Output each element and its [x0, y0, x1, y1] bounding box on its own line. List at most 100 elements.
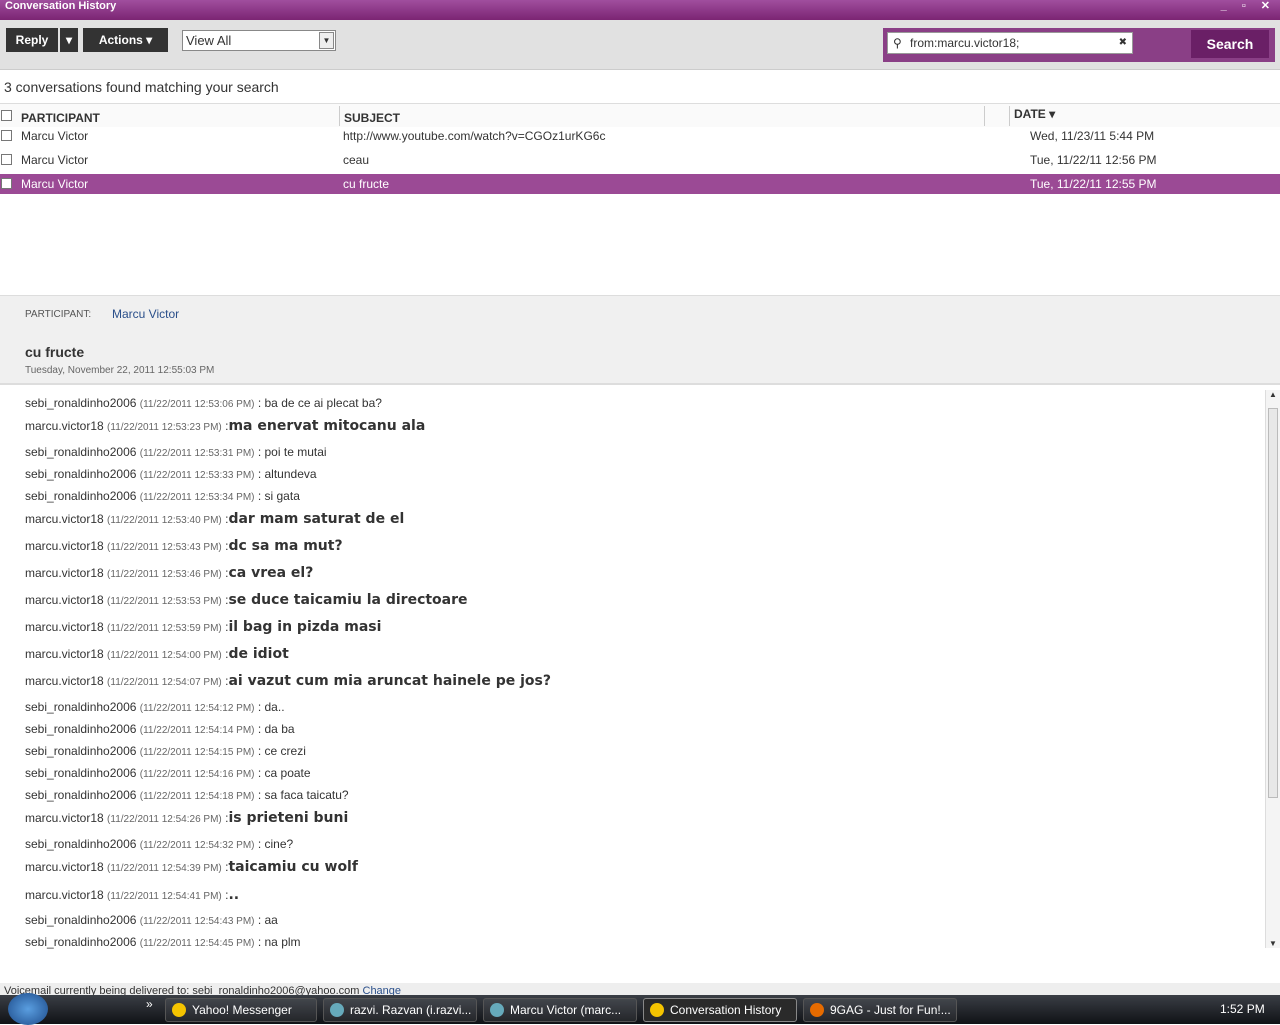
table-header: PARTICIPANT SUBJECT DATE ▾: [0, 103, 1280, 127]
clock[interactable]: 1:52 PM: [1220, 1002, 1265, 1016]
change-link[interactable]: Change: [363, 985, 402, 995]
message-text: : da ba: [257, 722, 295, 736]
table-row[interactable]: Marcu Victor http://www.youtube.com/watch…: [0, 126, 1280, 146]
start-button[interactable]: [8, 993, 48, 1025]
message-timestamp: (11/22/2011 12:53:53 PM): [107, 596, 222, 607]
message-sender: marcu.victor18: [25, 566, 104, 580]
message-text: ai vazut cum mia aruncat hainele pe jos?: [228, 673, 551, 689]
message-text: : ba de ce ai plecat ba?: [257, 396, 382, 410]
row-participant: Marcu Victor: [21, 177, 89, 191]
message-text: : poi te mutai: [257, 445, 327, 459]
task-9gag[interactable]: 9GAG - Just for Fun!...: [803, 998, 957, 1022]
task-razvi[interactable]: razvi. Razvan (i.razvi...: [323, 998, 477, 1022]
message-text: is prieteni buni: [228, 810, 349, 826]
message-text: se duce taicamiu la directoare: [228, 592, 468, 608]
reply-menu-button[interactable]: ▾: [60, 28, 78, 52]
message: sebi_ronaldinho2006 (11/22/2011 12:53:06…: [25, 396, 382, 410]
message: marcu.victor18 (11/22/2011 12:54:00 PM) …: [25, 646, 289, 662]
message: marcu.victor18 (11/22/2011 12:53:43 PM) …: [25, 538, 343, 554]
message-timestamp: (11/22/2011 12:53:34 PM): [139, 492, 255, 503]
message: marcu.victor18 (11/22/2011 12:54:26 PM) …: [25, 810, 348, 826]
message-text: : ce crezi: [257, 744, 306, 758]
task-yahoo-messenger[interactable]: Yahoo! Messenger: [165, 998, 317, 1022]
message-timestamp: (11/22/2011 12:54:43 PM): [139, 916, 255, 927]
firefox-icon: [810, 1003, 824, 1017]
message-sender: sebi_ronaldinho2006: [25, 396, 137, 410]
message-sender: marcu.victor18: [25, 512, 104, 526]
chevron-down-icon[interactable]: ▼: [319, 32, 334, 49]
window-controls[interactable]: _ ▫ ✕: [1221, 0, 1276, 13]
column-subject[interactable]: SUBJECT: [344, 111, 400, 125]
message-timestamp: (11/22/2011 12:54:15 PM): [139, 747, 255, 758]
message-timestamp: (11/22/2011 12:54:18 PM): [139, 791, 255, 802]
message-text: taicamiu cu wolf: [228, 859, 358, 875]
message-timestamp: (11/22/2011 12:54:16 PM): [139, 769, 255, 780]
message-text: : altundeva: [257, 467, 317, 481]
task-label: Yahoo! Messenger: [192, 1003, 292, 1017]
message-sender: marcu.victor18: [25, 539, 104, 553]
message-timestamp: (11/22/2011 12:53:40 PM): [107, 515, 222, 526]
message-timestamp: (11/22/2011 12:54:07 PM): [107, 677, 222, 688]
conversation-subject: cu fructe: [25, 344, 85, 360]
row-date: Wed, 11/23/11 5:44 PM: [1030, 129, 1155, 143]
column-participant[interactable]: PARTICIPANT: [21, 111, 100, 125]
voicemail-text: Voicemail currently being delivered to: …: [4, 985, 360, 995]
message-sender: marcu.victor18: [25, 593, 104, 607]
message-text: : aa: [257, 913, 278, 927]
message: marcu.victor18 (11/22/2011 12:53:40 PM) …: [25, 511, 404, 527]
message-text: : na plm: [257, 935, 301, 949]
message-sender: marcu.victor18: [25, 811, 104, 825]
messenger-icon: [172, 1003, 186, 1017]
message: sebi_ronaldinho2006 (11/22/2011 12:54:14…: [25, 722, 295, 736]
message-sender: sebi_ronaldinho2006: [25, 700, 137, 714]
message: sebi_ronaldinho2006 (11/22/2011 12:53:33…: [25, 467, 317, 481]
search-button[interactable]: Search: [1191, 30, 1269, 58]
select-all-checkbox[interactable]: [1, 110, 12, 121]
table-row[interactable]: Marcu Victor ceau Tue, 11/22/11 12:56 PM: [0, 150, 1280, 170]
quicklaunch-more[interactable]: »: [146, 997, 153, 1011]
search-input[interactable]: ⚲ from:marcu.victor18; ✖: [887, 32, 1133, 54]
message-sender: marcu.victor18: [25, 647, 104, 661]
chat-icon: [330, 1003, 344, 1017]
task-conversation-history[interactable]: Conversation History: [643, 998, 797, 1022]
row-checkbox[interactable]: [1, 154, 12, 165]
table-row-selected[interactable]: Marcu Victor cu fructe Tue, 11/22/11 12:55…: [0, 174, 1280, 194]
participant-link[interactable]: Marcu Victor: [112, 307, 179, 321]
task-label: razvi. Razvan (i.razvi...: [350, 1003, 472, 1017]
scroll-thumb[interactable]: [1268, 408, 1278, 798]
message-sender: sebi_ronaldinho2006: [25, 489, 137, 503]
message-text: : da..: [257, 700, 285, 714]
message-text: : si gata: [257, 489, 300, 503]
clear-icon[interactable]: ✖: [1119, 33, 1127, 53]
row-checkbox[interactable]: [1, 130, 12, 141]
participant-label: PARTICIPANT:: [25, 309, 92, 320]
message-text: ca vrea el?: [228, 565, 314, 581]
message-text: dar mam saturat de el: [228, 511, 405, 527]
message-timestamp: (11/22/2011 12:54:12 PM): [139, 703, 255, 714]
reply-button[interactable]: Reply: [6, 28, 58, 52]
message-timestamp: (11/22/2011 12:53:59 PM): [107, 623, 222, 634]
task-marcu-victor[interactable]: Marcu Victor (marc...: [483, 998, 637, 1022]
message: marcu.victor18 (11/22/2011 12:54:39 PM) …: [25, 859, 358, 875]
scroll-down-icon[interactable]: ▼: [1266, 939, 1280, 948]
scroll-up-icon[interactable]: ▲: [1266, 390, 1280, 399]
message-timestamp: (11/22/2011 12:53:46 PM): [107, 569, 222, 580]
row-subject: ceau: [343, 153, 370, 167]
view-select[interactable]: View All ▼: [182, 30, 336, 51]
search-value: from:marcu.victor18;: [910, 36, 1020, 50]
message: marcu.victor18 (11/22/2011 12:53:23 PM) …: [25, 418, 425, 434]
message: marcu.victor18 (11/22/2011 12:54:41 PM) …: [25, 887, 239, 903]
scrollbar[interactable]: ▲ ▼: [1265, 390, 1280, 948]
actions-button[interactable]: Actions ▾: [83, 28, 168, 52]
message-timestamp: (11/22/2011 12:54:45 PM): [139, 938, 255, 949]
column-date[interactable]: DATE ▾: [1014, 107, 1055, 121]
message: sebi_ronaldinho2006 (11/22/2011 12:54:16…: [25, 766, 311, 780]
message: sebi_ronaldinho2006 (11/22/2011 12:54:45…: [25, 935, 301, 949]
title-bar: Conversation History _ ▫ ✕: [0, 0, 1280, 20]
message-timestamp: (11/22/2011 12:53:31 PM): [139, 448, 255, 459]
message-sender: sebi_ronaldinho2006: [25, 766, 137, 780]
row-checkbox[interactable]: [1, 178, 12, 189]
message-timestamp: (11/22/2011 12:54:00 PM): [107, 650, 222, 661]
row-participant: Marcu Victor: [21, 153, 89, 167]
voicemail-footer: Voicemail currently being delivered to: …: [0, 983, 1280, 995]
